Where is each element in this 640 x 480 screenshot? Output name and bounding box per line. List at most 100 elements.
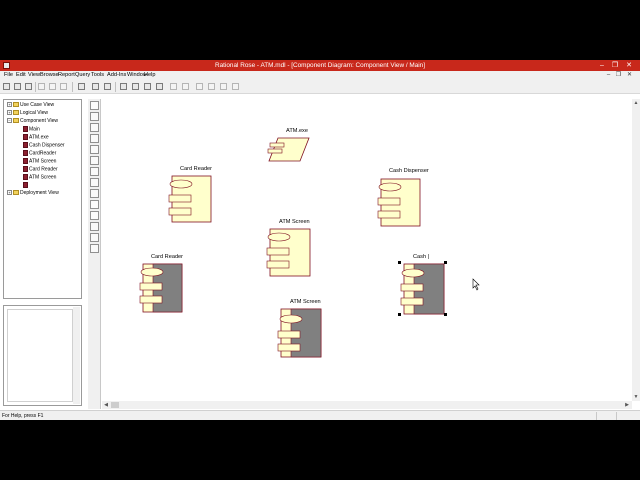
component-icon	[23, 150, 28, 156]
package-tool[interactable]	[90, 156, 99, 165]
tree-item-label: ATM.exe	[29, 134, 49, 141]
component-label-card-reader-spec[interactable]: Card Reader	[180, 166, 212, 172]
selection-handle[interactable]	[398, 261, 401, 264]
selection-handle[interactable]	[398, 313, 401, 316]
package-spec-tool[interactable]	[90, 211, 99, 220]
view-documentation-button[interactable]	[104, 83, 111, 90]
mdi-restore-button[interactable]: ❐	[615, 72, 622, 79]
toolbar-separator	[72, 82, 73, 92]
component-name-edit-field[interactable]: Cash |	[413, 254, 429, 260]
copy-button[interactable]	[49, 83, 56, 90]
task-spec-tool[interactable]	[90, 233, 99, 242]
selection-handle[interactable]	[444, 313, 447, 316]
menu-browse[interactable]: Browse	[40, 72, 59, 78]
component-atm-screen-spec[interactable]	[266, 228, 311, 277]
mdi-close-button[interactable]: ✕	[626, 72, 633, 79]
component-label-atm-screen-body[interactable]: ATM Screen	[290, 299, 321, 305]
browse-component-diagram-button[interactable]	[144, 83, 151, 90]
tree-item-atm-screen[interactable]: ATM Screen	[23, 158, 56, 165]
tree-expander[interactable]: +	[7, 190, 12, 196]
zoom-in-button[interactable]	[196, 83, 203, 90]
menu-addins[interactable]: Add-Ins	[107, 72, 126, 78]
diagram-vertical-scrollbar[interactable]: ▲ ▼	[632, 99, 640, 401]
documentation-scrollbar[interactable]	[73, 307, 80, 404]
main-program-tool[interactable]	[90, 200, 99, 209]
menu-view[interactable]: View	[28, 72, 40, 78]
component-card-reader-body[interactable]	[139, 263, 183, 313]
subprogram-body-tool[interactable]	[90, 189, 99, 198]
tree-expander[interactable]: −	[7, 118, 12, 124]
dependency-tool[interactable]	[90, 167, 99, 176]
selection-tool[interactable]	[90, 101, 99, 110]
browse-previous-diagram-button[interactable]	[182, 83, 189, 90]
tree-item-main[interactable]: Main	[23, 126, 40, 133]
component-label-cash-dispenser[interactable]: Cash Dispenser	[389, 168, 429, 174]
browse-interaction-diagram-button[interactable]	[132, 83, 139, 90]
component-label-atm-screen-spec[interactable]: ATM Screen	[279, 219, 310, 225]
title-bar[interactable]: Rational Rose - ATM.mdl - [Component Dia…	[0, 60, 640, 71]
menu-edit[interactable]: Edit	[16, 72, 26, 78]
scroll-right-icon[interactable]: ▶	[623, 401, 631, 409]
tree-expander[interactable]: +	[7, 102, 12, 108]
new-model-button[interactable]	[3, 83, 10, 90]
tree-item-deployment-view[interactable]: + Deployment View	[7, 190, 59, 197]
paste-button[interactable]	[60, 83, 67, 90]
component-icon	[23, 134, 28, 140]
tree-item-component-view[interactable]: − Component View	[7, 118, 58, 125]
package-body-tool[interactable]	[90, 222, 99, 231]
maximize-button[interactable]: ❐	[610, 61, 620, 70]
component-label-card-reader-body[interactable]: Card Reader	[151, 254, 183, 260]
component-tool[interactable]	[90, 145, 99, 154]
component-icon	[23, 158, 28, 164]
tree-item-cash-dispenser[interactable]: Cash Dispenser	[23, 142, 65, 149]
tree-item-new-component[interactable]	[23, 182, 29, 189]
menu-help[interactable]: Help	[144, 72, 156, 78]
component-atm-exe[interactable]	[267, 137, 310, 162]
documentation-text-area[interactable]	[7, 309, 73, 402]
component-atm-screen-body[interactable]	[277, 308, 322, 358]
close-button[interactable]: ✕	[624, 61, 634, 70]
anchor-note-tool[interactable]	[90, 134, 99, 143]
save-model-button[interactable]	[25, 83, 32, 90]
scroll-up-icon[interactable]: ▲	[632, 99, 640, 107]
minimize-button[interactable]: –	[597, 61, 607, 70]
browse-deployment-diagram-button[interactable]	[156, 83, 163, 90]
scroll-down-icon[interactable]: ▼	[632, 393, 640, 401]
open-model-button[interactable]	[14, 83, 21, 90]
subprogram-spec-tool[interactable]	[90, 178, 99, 187]
scroll-left-icon[interactable]: ◀	[102, 401, 110, 409]
component-card-reader-spec[interactable]	[168, 175, 212, 223]
task-body-tool[interactable]	[90, 244, 99, 253]
component-label-atm-exe[interactable]: ATM.exe	[286, 128, 308, 134]
menu-report[interactable]: Report	[58, 72, 75, 78]
tree-item-atm-screen-2[interactable]: ATM Screen	[23, 174, 56, 181]
browse-parent-button[interactable]	[170, 83, 177, 90]
note-tool[interactable]	[90, 123, 99, 132]
tree-item-cardreader[interactable]: CardReader	[23, 150, 56, 157]
scroll-thumb[interactable]	[111, 402, 119, 408]
undo-fit-in-window-button[interactable]	[232, 83, 239, 90]
text-box-tool[interactable]	[90, 112, 99, 121]
menu-tools[interactable]: Tools	[91, 72, 104, 78]
model-browser[interactable]: + Use Case View + Logical View − Component …	[3, 99, 82, 299]
component-cash-dispenser-spec[interactable]	[377, 178, 421, 227]
menu-file[interactable]: File	[4, 72, 13, 78]
browse-class-diagram-button[interactable]	[120, 83, 127, 90]
component-diagram-canvas[interactable]: ATM.exe Card Reader Cash Dispenser ATM S…	[102, 99, 632, 401]
tree-item-use-case-view[interactable]: + Use Case View	[7, 102, 54, 109]
tree-item-atm-exe[interactable]: ATM.exe	[23, 134, 49, 141]
cut-button[interactable]	[38, 83, 45, 90]
print-button[interactable]	[78, 83, 85, 90]
selection-handle[interactable]	[444, 261, 447, 264]
fit-in-window-button[interactable]	[220, 83, 227, 90]
context-help-button[interactable]	[92, 83, 99, 90]
documentation-window[interactable]	[3, 305, 82, 406]
tree-item-card-reader[interactable]: Card Reader	[23, 166, 58, 173]
mdi-minimize-button[interactable]: –	[605, 72, 612, 79]
diagram-horizontal-scrollbar[interactable]: ◀ ▶	[102, 401, 632, 409]
tree-item-logical-view[interactable]: + Logical View	[7, 110, 48, 117]
tree-expander[interactable]: +	[7, 110, 12, 116]
component-cash-body-selected[interactable]	[398, 261, 447, 316]
zoom-out-button[interactable]	[208, 83, 215, 90]
menu-query[interactable]: Query	[75, 72, 90, 78]
